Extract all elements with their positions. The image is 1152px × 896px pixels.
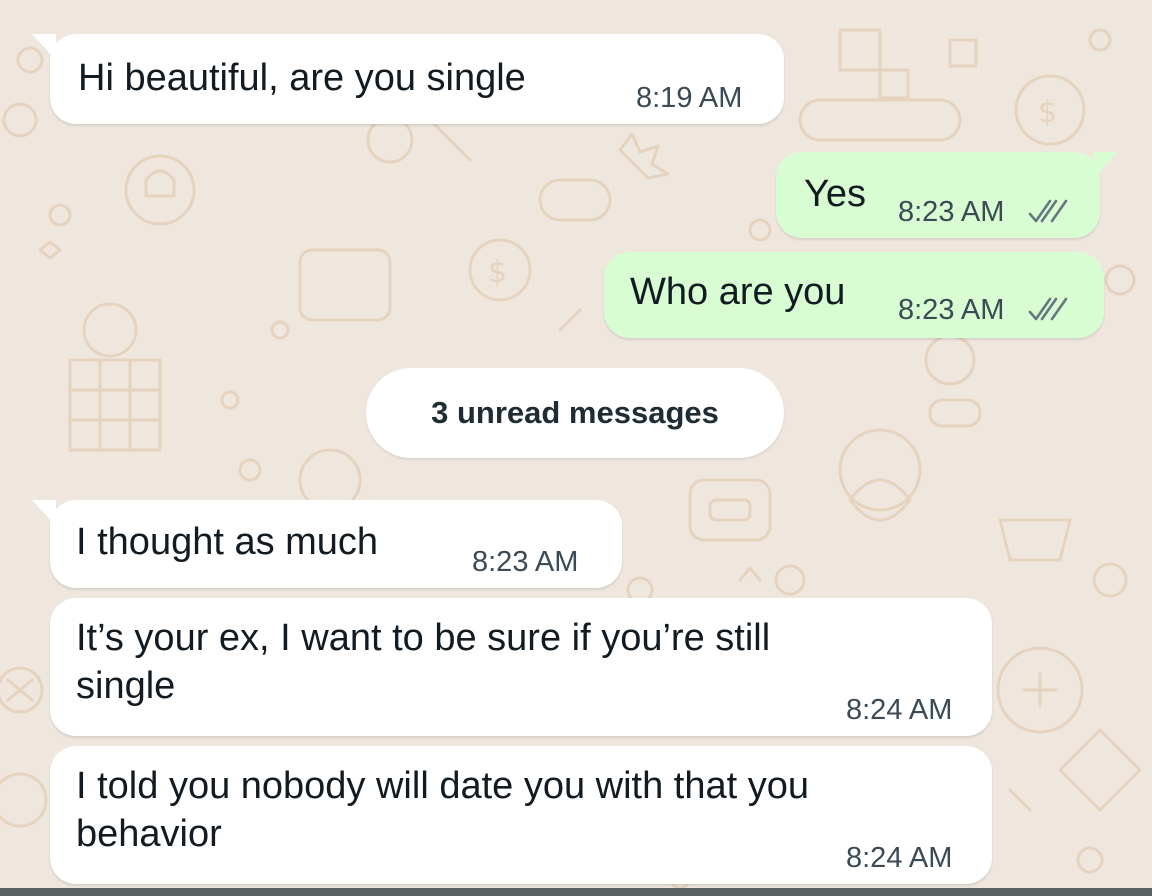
- message-time: 8:23 AM: [898, 196, 1005, 228]
- svg-text:$: $: [1038, 95, 1057, 130]
- bubble-tail: [32, 34, 56, 60]
- message-text: It’s your ex, I want to be sure if you’r…: [76, 617, 771, 707]
- bubble-tail: [32, 500, 56, 526]
- message-text: I thought as much: [76, 521, 379, 563]
- message-bubble-incoming[interactable]: I told you nobody will date you with tha…: [50, 746, 992, 884]
- message-bubble-incoming[interactable]: Hi beautiful, are you single 8:19 AM: [32, 34, 784, 124]
- message-text: Yes: [804, 173, 866, 215]
- message-text: Who are you: [630, 271, 846, 313]
- message-time: 8:24 AM: [846, 842, 953, 874]
- double-check-icon: [1028, 199, 1068, 223]
- chat-view: $ $ Hi beautiful, are you single 8:19 AM…: [0, 0, 1152, 896]
- bubble-tail: [1094, 152, 1118, 178]
- unread-messages-label: 3 unread messages: [431, 395, 719, 430]
- message-time: 8:19 AM: [636, 82, 743, 114]
- message-bubble-incoming[interactable]: I thought as much 8:23 AM: [32, 500, 622, 588]
- message-text: Hi beautiful, are you single: [78, 57, 526, 99]
- message-time: 8:23 AM: [898, 294, 1005, 326]
- message-bubble-incoming[interactable]: It’s your ex, I want to be sure if you’r…: [50, 598, 992, 736]
- unread-messages-divider: 3 unread messages: [366, 368, 784, 458]
- message-bubble-outgoing[interactable]: Who are you 8:23 AM: [604, 252, 1104, 338]
- message-bubble-outgoing[interactable]: Yes 8:23 AM: [776, 152, 1118, 238]
- double-check-icon: [1028, 297, 1068, 321]
- svg-text:$: $: [488, 255, 507, 290]
- message-time: 8:24 AM: [846, 694, 953, 726]
- message-text: I told you nobody will date you with tha…: [76, 765, 810, 855]
- bottom-edge-bar: [0, 888, 1152, 896]
- message-time: 8:23 AM: [472, 546, 579, 578]
